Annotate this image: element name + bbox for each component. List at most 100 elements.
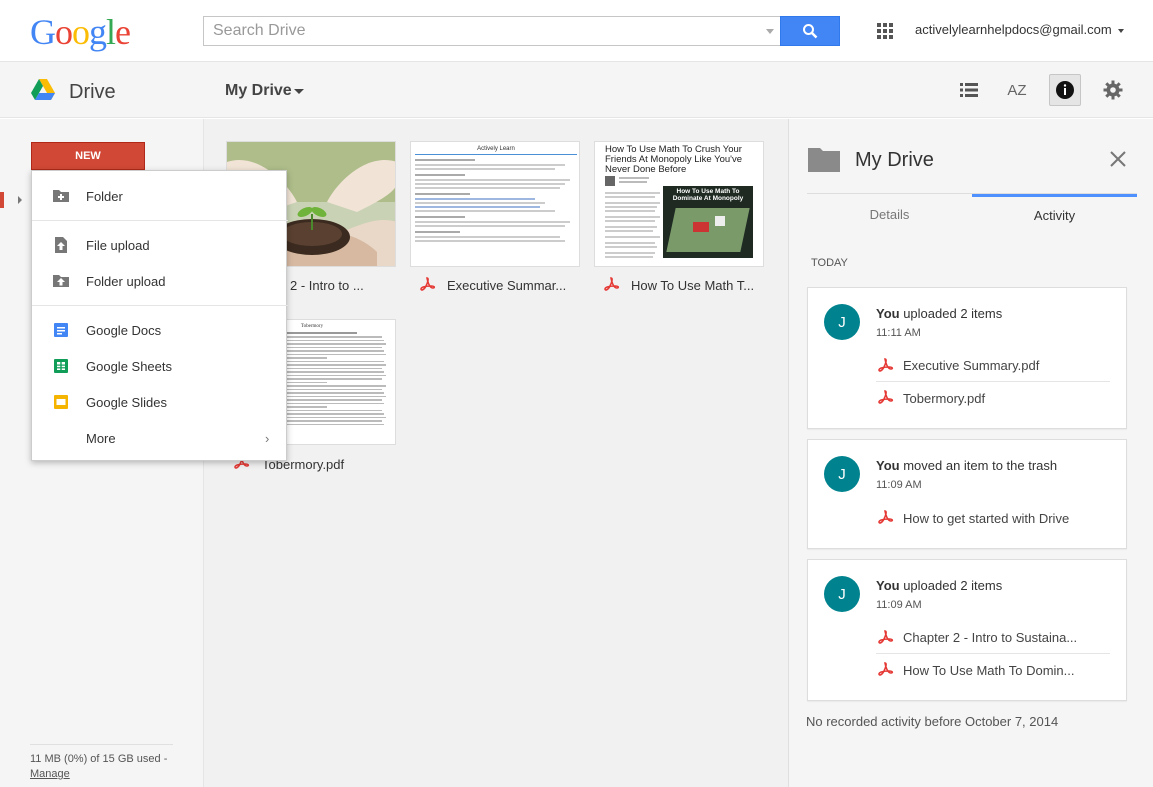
- info-icon: [1056, 81, 1074, 99]
- pdf-icon: [878, 390, 894, 406]
- menu-item-google-slides[interactable]: Google Slides: [32, 384, 288, 420]
- menu-item-label: Google Docs: [86, 322, 162, 338]
- sort-button[interactable]: AZ: [1001, 74, 1033, 106]
- list-view-button[interactable]: [953, 74, 985, 106]
- activity-card: J You uploaded 2 items 11:09 AM Chapter …: [807, 559, 1127, 701]
- account-chevron-down-icon[interactable]: [1118, 29, 1124, 33]
- activity-card: J You uploaded 2 items 11:11 AM Executiv…: [807, 287, 1127, 429]
- pdf-icon: [878, 510, 894, 526]
- panel-tabs: Details Activity: [807, 193, 1137, 233]
- section-label: TODAY: [811, 257, 848, 269]
- manage-storage-link[interactable]: Manage: [30, 768, 70, 780]
- menu-item-file-upload[interactable]: File upload: [32, 227, 288, 263]
- monopoly-board-image: How To Use Math To Dominate At Monopoly: [663, 186, 753, 258]
- sort-az-icon: AZ: [1007, 81, 1027, 99]
- menu-item-google-docs[interactable]: Google Docs: [32, 312, 288, 348]
- drive-toolbar: Drive My Drive AZ: [0, 62, 1153, 118]
- pdf-icon: [878, 357, 894, 374]
- file-name[interactable]: How To Use Math T...: [631, 278, 761, 293]
- tab-activity[interactable]: Activity: [972, 194, 1137, 234]
- avatar: J: [824, 456, 860, 492]
- activity-item-label: How to get started with Drive: [903, 510, 1070, 526]
- activity-item-label: How To Use Math To Domin...: [903, 662, 1075, 678]
- logo-letter: G: [30, 12, 56, 52]
- activity-item[interactable]: Tobermory.pdf: [876, 382, 1110, 414]
- activity-item-label: Tobermory.pdf: [903, 390, 986, 406]
- activity-item[interactable]: How To Use Math To Domin...: [876, 654, 1110, 686]
- file-upload-icon: [55, 237, 67, 253]
- location-dropdown[interactable]: My Drive: [225, 82, 292, 100]
- menu-item-label: File upload: [86, 237, 150, 253]
- new-folder-icon: [53, 190, 69, 202]
- account-email[interactable]: activelylearnhelpdocs@gmail.com: [915, 22, 1112, 37]
- search-icon: [803, 24, 818, 39]
- logo-letter: o: [55, 12, 73, 52]
- search-options-chevron-icon[interactable]: [766, 29, 774, 34]
- pdf-icon: [604, 277, 620, 293]
- file-grid: pter 2 - Intro to ... Actively Learn Exe…: [204, 119, 788, 787]
- menu-item-google-sheets[interactable]: Google Sheets: [32, 348, 288, 384]
- divider: [30, 744, 173, 745]
- top-bar: Google activelylearnhelpdocs@gmail.com: [0, 0, 1153, 62]
- activity-item[interactable]: Chapter 2 - Intro to Sustaina...: [876, 622, 1110, 654]
- google-sheets-icon: [54, 359, 68, 373]
- inset-title: How To Use Math To Dominate At Monopoly: [672, 188, 744, 202]
- settings-button[interactable]: [1097, 74, 1129, 106]
- activity-time: 11:09 AM: [876, 479, 922, 491]
- activity-title: You uploaded 2 items: [876, 578, 1003, 593]
- file-thumbnail-monopoly-math[interactable]: How To Use Math To Crush Your Friends At…: [594, 141, 764, 267]
- menu-item-folder[interactable]: Folder: [32, 178, 288, 214]
- pdf-icon: [420, 277, 436, 293]
- storage-usage: 11 MB (0%) of 15 GB used -: [30, 753, 168, 765]
- chevron-right-icon: ›: [265, 430, 270, 446]
- activity-item[interactable]: How to get started with Drive: [876, 502, 1110, 534]
- activity-item-label: Chapter 2 - Intro to Sustaina...: [903, 630, 1078, 645]
- article-title: How To Use Math To Crush Your Friends At…: [605, 145, 743, 175]
- settings-gear-icon: [1103, 80, 1123, 100]
- activity-time: 11:11 AM: [876, 327, 921, 339]
- avatar: J: [824, 304, 860, 340]
- article-page-preview: How To Use Math To Crush Your Friends At…: [595, 142, 763, 266]
- logo-letter: l: [106, 12, 116, 52]
- search-input[interactable]: [204, 17, 744, 45]
- file-thumbnail-executive-summary[interactable]: Actively Learn: [410, 141, 580, 267]
- google-slides-icon: [54, 395, 68, 409]
- selected-nav-indicator: [0, 192, 4, 208]
- search-box[interactable]: [203, 16, 781, 46]
- new-menu: Folder File upload Folder upload Google …: [31, 170, 288, 461]
- details-toggle-button[interactable]: [1049, 74, 1081, 106]
- tab-details[interactable]: Details: [807, 194, 972, 234]
- activity-item[interactable]: Executive Summary.pdf: [876, 350, 1110, 382]
- details-panel: My Drive Details Activity TODAY J You up…: [788, 119, 1153, 787]
- expand-arrow-icon[interactable]: [18, 196, 22, 204]
- activity-title: You moved an item to the trash: [876, 458, 1058, 473]
- drive-logo-icon: [31, 79, 55, 100]
- menu-item-label: More: [86, 430, 116, 446]
- logo-letter: g: [89, 12, 107, 52]
- activity-title: You uploaded 2 items: [876, 306, 1003, 321]
- location-chevron-down-icon[interactable]: [294, 89, 304, 94]
- divider: [32, 305, 288, 306]
- file-name[interactable]: Executive Summar...: [447, 278, 577, 293]
- logo-letter: e: [115, 12, 131, 52]
- activity-footer: No recorded activity before October 7, 2…: [806, 714, 1059, 729]
- close-icon[interactable]: [1109, 150, 1127, 168]
- pdf-icon: [878, 629, 894, 646]
- pdf-icon: [878, 662, 894, 678]
- activity-card: J You moved an item to the trash 11:09 A…: [807, 439, 1127, 549]
- menu-item-label: Folder upload: [86, 273, 166, 289]
- activity-time: 11:09 AM: [876, 599, 922, 611]
- search-button[interactable]: [780, 16, 840, 46]
- menu-item-more[interactable]: More ›: [32, 420, 288, 456]
- apps-grid-icon[interactable]: [877, 23, 893, 39]
- panel-title: My Drive: [855, 149, 934, 171]
- doc-header: Actively Learn: [415, 146, 577, 155]
- activity-item-label: Executive Summary.pdf: [903, 358, 1040, 373]
- folder-upload-icon: [53, 275, 69, 287]
- google-logo[interactable]: Google: [30, 11, 131, 53]
- avatar: J: [824, 576, 860, 612]
- new-button[interactable]: NEW: [31, 142, 145, 170]
- folder-icon: [808, 148, 840, 172]
- google-docs-icon: [54, 323, 68, 337]
- menu-item-folder-upload[interactable]: Folder upload: [32, 263, 288, 299]
